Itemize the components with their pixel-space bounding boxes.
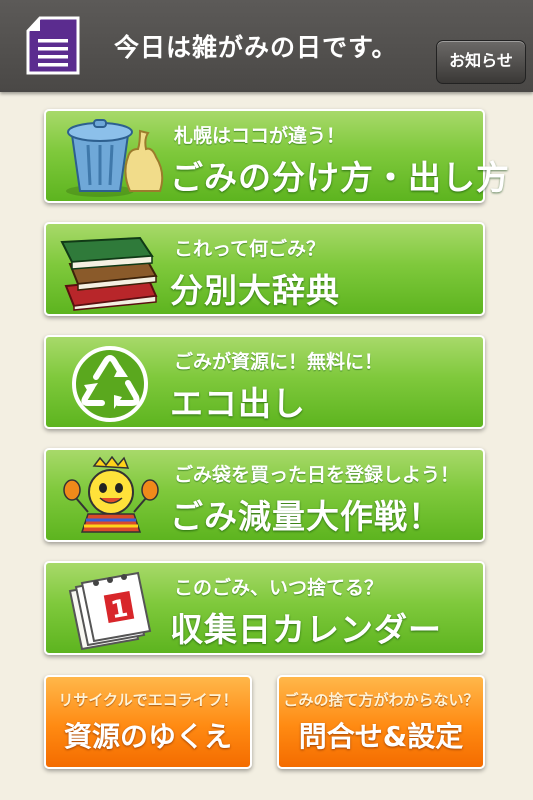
- page-title: 今日は雑がみの日です。: [114, 33, 398, 62]
- resource-destination-button[interactable]: リサイクルでエコライフ！ 資源のゆくえ: [44, 675, 252, 769]
- menu-sub-label: これって何ごみ？: [174, 238, 326, 260]
- bottom-main-label: 資源のゆくえ: [63, 720, 232, 753]
- menu-sub-label: ごみが資源に！無料に！: [174, 351, 384, 373]
- menu-area: 札幌はココが違う！ ごみの分け方・出し方 これって何ごみ？ 分別大辞典 ごみが資…: [0, 92, 533, 800]
- menu-main-label: ごみの分け方・出し方: [170, 158, 510, 197]
- app-header: 今日は雑がみの日です。 お知らせ: [0, 0, 533, 92]
- menu-sub-label: このごみ、いつ捨てる？: [174, 577, 384, 599]
- trash-can-icon: [66, 119, 164, 197]
- menu-sub-label: ごみ袋を買った日を登録しよう！: [174, 464, 460, 486]
- menu-eco-disposal[interactable]: ごみが資源に！無料に！ エコ出し: [44, 335, 485, 429]
- menu-main-label: 収集日カレンダー: [170, 610, 442, 649]
- bottom-sub-label: リサイクルでエコライフ！: [58, 691, 238, 709]
- recycle-icon: [72, 346, 148, 422]
- menu-sub-label: 札幌はココが違う！: [174, 125, 346, 147]
- contact-settings-button[interactable]: ごみの捨て方がわからない？ 問合せ&設定: [277, 675, 485, 769]
- bottom-sub-label: ごみの捨て方がわからない？: [283, 691, 479, 709]
- menu-collection-calendar[interactable]: 1 このごみ、いつ捨てる？ 収集日カレンダー: [44, 561, 485, 655]
- menu-main-label: ごみ減量大作戦！: [170, 497, 442, 536]
- menu-sorting-guide[interactable]: 札幌はココが違う！ ごみの分け方・出し方: [44, 109, 509, 203]
- menu-dictionary[interactable]: これって何ごみ？ 分別大辞典: [44, 222, 485, 316]
- books-icon: [60, 236, 158, 311]
- mascot-icon: [63, 456, 159, 533]
- menu-main-label: 分別大辞典: [170, 271, 340, 310]
- calendar-icon: 1: [68, 571, 152, 651]
- menu-reduction-campaign[interactable]: ごみ袋を買った日を登録しよう！ ごみ減量大作戦！: [44, 448, 485, 542]
- bottom-main-label: 問合せ&設定: [298, 720, 464, 753]
- menu-main-label: エコ出し: [170, 384, 306, 423]
- notice-button[interactable]: お知らせ: [436, 40, 526, 84]
- document-icon[interactable]: [24, 15, 82, 77]
